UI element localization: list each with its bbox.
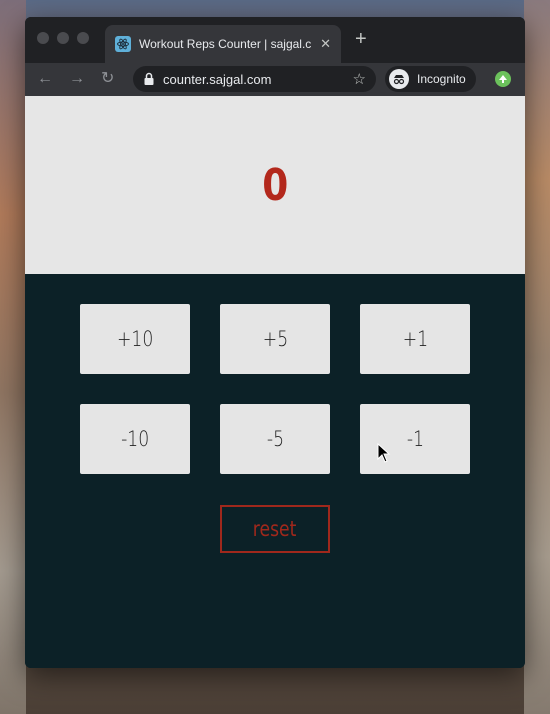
- page-content: 0 +10 +5 +1 -10 -5 -1 reset: [25, 96, 525, 668]
- counter-value: 0: [261, 159, 289, 211]
- plus-10-label: +10: [116, 327, 154, 351]
- plus-5-label: +5: [262, 327, 288, 351]
- extension-icon[interactable]: [495, 71, 511, 87]
- minus-10-label: -10: [120, 427, 150, 451]
- mouse-cursor-icon: [377, 443, 391, 463]
- address-bar[interactable]: counter.sajgal.com ☆: [133, 66, 376, 92]
- tab-title: Workout Reps Counter | sajgal.c: [139, 37, 312, 51]
- minus-5-label: -5: [266, 427, 284, 451]
- reset-label: reset: [253, 517, 297, 541]
- lock-icon: [144, 72, 154, 85]
- plus-10-button[interactable]: +10: [80, 304, 190, 374]
- close-window-button[interactable]: [37, 32, 49, 44]
- minus-5-button[interactable]: -5: [220, 404, 330, 474]
- forward-arrow-icon[interactable]: →: [69, 69, 85, 89]
- maximize-window-button[interactable]: [77, 32, 89, 44]
- plus-1-label: +1: [402, 327, 428, 351]
- plus-1-button[interactable]: +1: [360, 304, 470, 374]
- incognito-badge[interactable]: Incognito: [385, 66, 476, 92]
- incognito-label: Incognito: [417, 72, 466, 86]
- reset-button[interactable]: reset: [220, 505, 330, 553]
- minus-1-label: -1: [406, 427, 424, 451]
- react-favicon-icon: [115, 36, 131, 52]
- minus-1-button[interactable]: -1: [360, 404, 470, 474]
- minimize-window-button[interactable]: [57, 32, 69, 44]
- bookmark-star-icon[interactable]: ☆: [353, 70, 366, 88]
- counter-display: 0: [25, 96, 525, 274]
- tab-bar: Workout Reps Counter | sajgal.c ✕ +: [25, 17, 525, 63]
- minus-10-button[interactable]: -10: [80, 404, 190, 474]
- browser-window: Workout Reps Counter | sajgal.c ✕ + ← → …: [25, 17, 525, 668]
- back-arrow-icon[interactable]: ←: [37, 69, 53, 89]
- plus-5-button[interactable]: +5: [220, 304, 330, 374]
- new-tab-button[interactable]: +: [355, 29, 367, 49]
- incognito-icon: [389, 69, 409, 89]
- desktop-wallpaper-left: [0, 0, 26, 714]
- url-text: counter.sajgal.com: [163, 71, 272, 87]
- reload-icon[interactable]: ↻: [101, 69, 114, 89]
- browser-tab[interactable]: Workout Reps Counter | sajgal.c ✕: [105, 25, 341, 63]
- desktop-wallpaper-right: [524, 0, 550, 714]
- window-controls: [37, 32, 89, 44]
- close-tab-icon[interactable]: ✕: [320, 36, 331, 52]
- browser-toolbar: ← → ↻ counter.sajgal.com ☆ Incognito: [25, 63, 525, 96]
